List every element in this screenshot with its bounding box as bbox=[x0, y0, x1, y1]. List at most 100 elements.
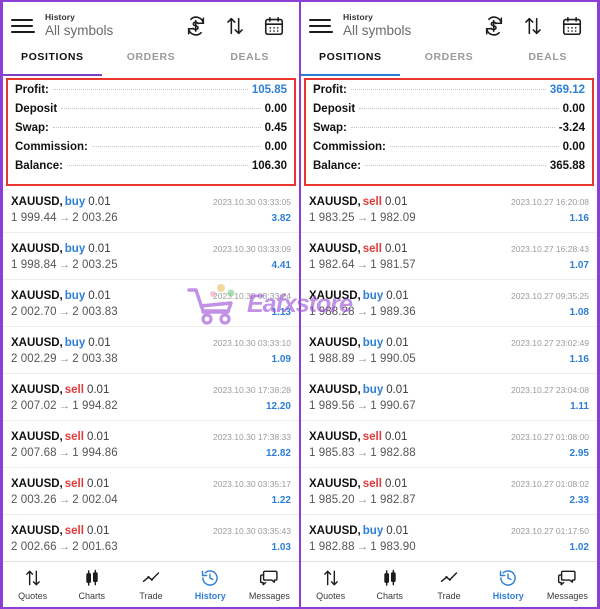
trade-row-top: XAUUSD, sell 0.01 2023.10.27 16:28:43 bbox=[309, 239, 589, 257]
open-price: 2 007.02 bbox=[11, 400, 57, 413]
trade-instrument: XAUUSD, sell 0.01 bbox=[11, 521, 109, 539]
nav-item-messages[interactable]: Messages bbox=[538, 568, 597, 601]
trade-side: sell bbox=[64, 525, 84, 538]
trade-side: buy bbox=[64, 243, 86, 256]
tab-deals[interactable]: DEALS bbox=[200, 50, 299, 63]
table-row[interactable]: XAUUSD, buy 0.01 2023.10.27 23:02:49 1 988.8… bbox=[301, 327, 597, 375]
nav-item-charts[interactable]: Charts bbox=[360, 568, 419, 601]
trade-row-top: XAUUSD, buy 0.01 2023.10.27 23:04:08 bbox=[309, 380, 589, 398]
trade-profit: 1.16 bbox=[569, 213, 589, 225]
summary-label: Profit: bbox=[313, 84, 347, 97]
trade-prices: 1 988.28 → 1 989.36 bbox=[309, 306, 416, 318]
trade-side: sell bbox=[362, 196, 382, 209]
summary-value: 365.88 bbox=[549, 160, 585, 173]
tab-positions[interactable]: POSITIONS bbox=[3, 50, 102, 63]
table-row[interactable]: XAUUSD, buy 0.01 2023.10.30 03:33:10 2 002.2… bbox=[3, 327, 299, 375]
arrow-icon: → bbox=[58, 400, 71, 413]
positions-list[interactable]: XAUUSD, sell 0.01 2023.10.27 16:20:08 1 983.… bbox=[301, 186, 597, 561]
up-down-arrows-icon bbox=[25, 570, 40, 586]
tab-bar: POSITIONS ORDERS DEALS bbox=[301, 50, 597, 74]
calendar-icon-button[interactable] bbox=[561, 15, 583, 37]
summary-value: 0.00 bbox=[562, 141, 585, 154]
close-price: 2 003.83 bbox=[72, 306, 118, 319]
summary-row: Commission: 0.00 bbox=[15, 141, 287, 160]
tab-orders[interactable]: ORDERS bbox=[400, 50, 499, 63]
table-row[interactable]: XAUUSD, sell 0.01 2023.10.30 03:35:43 2 002.… bbox=[3, 515, 299, 561]
trade-row-top: XAUUSD, buy 0.01 2023.10.30 03:33:10 bbox=[11, 333, 291, 351]
nav-item-history[interactable]: History bbox=[479, 568, 538, 601]
nav-item-history[interactable]: History bbox=[181, 568, 240, 601]
trade-timestamp: 2023.10.27 09:35:25 bbox=[511, 291, 589, 302]
hamburger-icon[interactable] bbox=[309, 14, 333, 38]
currency-refresh-icon-button[interactable] bbox=[483, 15, 505, 37]
nav-item-trade[interactable]: Trade bbox=[121, 568, 180, 601]
trade-row-bottom: 1 999.44 → 2 003.26 3.82 bbox=[11, 212, 291, 224]
table-row[interactable]: XAUUSD, sell 0.01 2023.10.30 17:38:33 2 007.… bbox=[3, 421, 299, 469]
calendar-icon-button[interactable] bbox=[263, 15, 285, 37]
trade-instrument: XAUUSD, buy 0.01 bbox=[309, 333, 409, 351]
close-price: 1 994.82 bbox=[72, 400, 118, 413]
trade-timestamp: 2023.10.27 01:17:50 bbox=[511, 526, 589, 537]
table-row[interactable]: XAUUSD, sell 0.01 2023.10.30 03:35:17 2 003.… bbox=[3, 468, 299, 516]
nav-item-label: Quotes bbox=[18, 591, 48, 601]
nav-item-charts[interactable]: Charts bbox=[62, 568, 121, 601]
table-row[interactable]: XAUUSD, sell 0.01 2023.10.27 01:08:02 1 985.… bbox=[301, 468, 597, 516]
summary-label: Deposit bbox=[15, 103, 58, 116]
close-price: 1 981.57 bbox=[370, 259, 416, 272]
nav-item-label: History bbox=[492, 591, 524, 601]
open-price: 1 982.88 bbox=[309, 541, 355, 554]
summary-label: Deposit bbox=[313, 103, 356, 116]
summary-row: Balance: 106.30 bbox=[15, 160, 287, 179]
tab-positions[interactable]: POSITIONS bbox=[301, 50, 400, 63]
table-row[interactable]: XAUUSD, buy 0.01 2023.10.30 03:33:05 1 999.4… bbox=[3, 186, 299, 234]
arrow-icon: → bbox=[356, 494, 369, 507]
sort-icon-button[interactable] bbox=[224, 15, 246, 37]
positions-list[interactable]: XAUUSD, buy 0.01 2023.10.30 03:33:05 1 999.4… bbox=[3, 186, 299, 561]
tab-indicator bbox=[301, 74, 597, 77]
summary-label: Swap: bbox=[313, 122, 347, 135]
summary-row: Deposit 0.00 bbox=[15, 103, 287, 122]
table-row[interactable]: XAUUSD, buy 0.01 2023.10.27 01:17:50 1 982.8… bbox=[301, 515, 597, 561]
symbol-label: XAUUSD, bbox=[11, 290, 63, 303]
page-title-small: History bbox=[343, 12, 373, 23]
trade-profit: 3.82 bbox=[271, 213, 291, 225]
close-price: 2 003.25 bbox=[72, 259, 118, 272]
tab-deals[interactable]: DEALS bbox=[498, 50, 597, 63]
trade-row-bottom: 1 988.89 → 1 990.05 1.16 bbox=[309, 353, 589, 365]
table-row[interactable]: XAUUSD, sell 0.01 2023.10.27 01:08:00 1 985.… bbox=[301, 421, 597, 469]
trade-row-top: XAUUSD, buy 0.01 2023.10.27 23:02:49 bbox=[309, 333, 589, 351]
trade-volume: 0.01 bbox=[386, 525, 409, 538]
arrow-icon: → bbox=[58, 353, 71, 366]
nav-item-quotes[interactable]: Quotes bbox=[3, 568, 62, 601]
trade-row-bottom: 1 988.28 → 1 989.36 1.08 bbox=[309, 306, 589, 318]
up-down-arrows-icon bbox=[323, 570, 338, 586]
trade-profit: 1.16 bbox=[569, 354, 589, 366]
symbol-label: XAUUSD, bbox=[309, 337, 361, 350]
calendar-icon bbox=[264, 16, 284, 36]
table-row[interactable]: XAUUSD, buy 0.01 2023.10.30 03:33:24 2 002.7… bbox=[3, 280, 299, 328]
trade-row-top: XAUUSD, sell 0.01 2023.10.30 03:35:17 bbox=[11, 474, 291, 492]
trade-timestamp: 2023.10.30 17:38:28 bbox=[213, 385, 291, 396]
arrow-icon: → bbox=[356, 259, 369, 272]
summary-value: -3.24 bbox=[558, 122, 585, 135]
nav-item-trade[interactable]: Trade bbox=[419, 568, 478, 601]
table-row[interactable]: XAUUSD, sell 0.01 2023.10.27 16:20:08 1 983.… bbox=[301, 186, 597, 234]
hamburger-icon[interactable] bbox=[11, 14, 35, 38]
app-bar-actions bbox=[185, 15, 285, 37]
table-row[interactable]: XAUUSD, sell 0.01 2023.10.27 16:28:43 1 982.… bbox=[301, 233, 597, 281]
sort-icon-button[interactable] bbox=[522, 15, 544, 37]
nav-item-messages[interactable]: Messages bbox=[240, 568, 299, 601]
trade-instrument: XAUUSD, buy 0.01 bbox=[11, 333, 111, 351]
table-row[interactable]: XAUUSD, buy 0.01 2023.10.27 23:04:08 1 989.5… bbox=[301, 374, 597, 422]
dotted-leader bbox=[359, 107, 559, 110]
dotted-leader bbox=[350, 88, 546, 91]
table-row[interactable]: XAUUSD, sell 0.01 2023.10.30 17:38:28 2 007.… bbox=[3, 374, 299, 422]
summary-value: 0.00 bbox=[562, 103, 585, 116]
nav-item-quotes[interactable]: Quotes bbox=[301, 568, 360, 601]
table-row[interactable]: XAUUSD, buy 0.01 2023.10.27 09:35:25 1 988.2… bbox=[301, 280, 597, 328]
tab-orders[interactable]: ORDERS bbox=[102, 50, 201, 63]
nav-item-label: Messages bbox=[546, 591, 588, 601]
table-row[interactable]: XAUUSD, buy 0.01 2023.10.30 03:33:09 1 998.8… bbox=[3, 233, 299, 281]
currency-refresh-icon-button[interactable] bbox=[185, 15, 207, 37]
trade-instrument: XAUUSD, buy 0.01 bbox=[11, 239, 111, 257]
